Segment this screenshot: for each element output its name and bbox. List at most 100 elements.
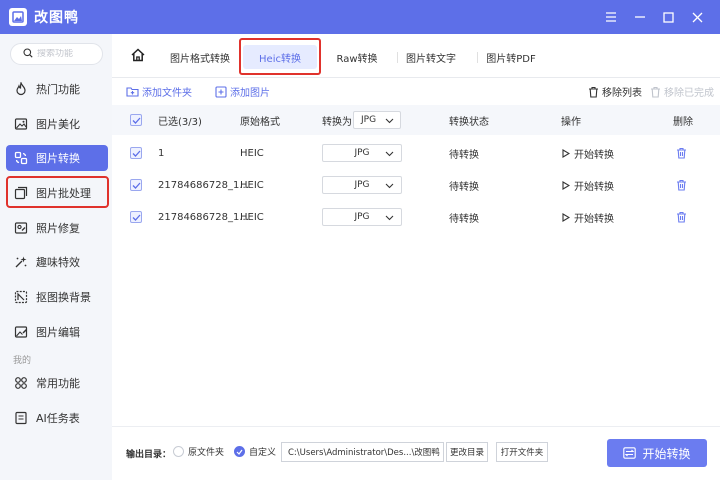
footer-bar: 输出目录： 原文件夹 自定义 C:\Users\Administrator\De… bbox=[112, 426, 720, 480]
tab-raw-convert[interactable]: Raw转换 bbox=[324, 45, 390, 69]
status-text: 待转换 bbox=[449, 149, 479, 161]
remove-done-button[interactable]: 移除已完成 bbox=[650, 84, 714, 99]
remove-list-button[interactable]: 移除列表 bbox=[588, 84, 642, 99]
file-name: 21784686728_1... bbox=[158, 211, 249, 223]
sidebar: 热门功能 图片美化 图片转换 图片批处理 照片修复 趣味特效 抠图换背景 图片编… bbox=[0, 34, 112, 480]
table-row: 21784686728_1... HEIC JPG 待转换 开始转换 bbox=[112, 201, 720, 233]
grid-icon bbox=[13, 375, 29, 391]
tab-format-convert[interactable]: 图片格式转换 bbox=[164, 45, 236, 69]
app-logo-icon bbox=[9, 8, 27, 26]
sidebar-item-repair[interactable]: 照片修复 bbox=[6, 215, 108, 241]
search-icon bbox=[23, 47, 33, 61]
column-header-original-format: 原始格式 bbox=[240, 116, 280, 128]
search-box[interactable] bbox=[10, 43, 103, 65]
image-plus-icon bbox=[215, 85, 227, 98]
chevron-down-icon bbox=[385, 213, 394, 225]
sidebar-item-edit[interactable]: 图片编辑 bbox=[6, 319, 108, 345]
file-format: HEIC bbox=[240, 179, 264, 191]
menu-icon[interactable] bbox=[596, 0, 625, 34]
close-icon[interactable] bbox=[683, 0, 712, 34]
target-format-select[interactable]: JPG bbox=[322, 137, 402, 169]
title-bar: 改图鸭 bbox=[0, 0, 720, 34]
row-checkbox[interactable] bbox=[130, 169, 142, 201]
column-header-delete: 删除 bbox=[673, 116, 693, 128]
tab-image-to-text[interactable]: 图片转文字 bbox=[398, 45, 464, 69]
sidebar-item-beautify[interactable]: 图片美化 bbox=[6, 111, 108, 137]
trash-icon bbox=[650, 86, 661, 98]
search-input[interactable] bbox=[37, 49, 95, 59]
file-format: HEIC bbox=[240, 211, 264, 223]
main-panel: 图片格式转换 Heic转换 Raw转换 图片转文字 图片转PDF 添加文件夹 添… bbox=[112, 34, 720, 480]
file-name: 1 bbox=[158, 147, 165, 159]
change-dir-button[interactable]: 更改目录 bbox=[446, 442, 488, 462]
status-text: 待转换 bbox=[449, 213, 479, 225]
row-checkbox[interactable] bbox=[130, 137, 142, 169]
convert-all-select[interactable]: JPG bbox=[353, 105, 401, 135]
sidebar-item-label: 抠图换背景 bbox=[36, 291, 91, 304]
open-folder-button[interactable]: 打开文件夹 bbox=[496, 442, 548, 462]
output-dir-label: 输出目录： bbox=[126, 450, 172, 460]
maximize-icon[interactable] bbox=[654, 0, 683, 34]
chevron-down-icon bbox=[385, 116, 394, 128]
start-convert-button[interactable]: 开始转换 bbox=[562, 201, 614, 233]
start-all-button[interactable]: 开始转换 bbox=[607, 439, 707, 467]
file-format: HEIC bbox=[240, 147, 264, 159]
add-image-button[interactable]: 添加图片 bbox=[215, 84, 270, 99]
table-row: 1 HEIC JPG 待转换 开始转换 bbox=[112, 137, 720, 169]
table-row: 21784686728_1... HEIC JPG 待转换 开始转换 bbox=[112, 169, 720, 201]
sidebar-item-label: 图片转换 bbox=[36, 152, 80, 165]
sidebar-item-label: 趣味特效 bbox=[36, 256, 80, 269]
convert-icon bbox=[13, 150, 29, 166]
play-icon bbox=[562, 212, 570, 222]
delete-row-icon[interactable] bbox=[676, 201, 687, 233]
radio-original-folder[interactable]: 原文件夹 bbox=[173, 445, 224, 458]
table-header: 已选(3/3) 原始格式 转换为 JPG 转换状态 操作 删除 bbox=[112, 105, 720, 135]
sidebar-item-cutout[interactable]: 抠图换背景 bbox=[6, 284, 108, 310]
sidebar-item-label: 图片编辑 bbox=[36, 326, 80, 339]
delete-row-icon[interactable] bbox=[676, 169, 687, 201]
cutout-icon bbox=[13, 289, 29, 305]
trash-icon bbox=[588, 86, 599, 98]
column-header-status: 转换状态 bbox=[449, 116, 489, 128]
task-icon bbox=[13, 410, 29, 426]
target-format-select[interactable]: JPG bbox=[322, 169, 402, 201]
start-convert-button[interactable]: 开始转换 bbox=[562, 169, 614, 201]
sidebar-item-ai-tasks[interactable]: AI任务表 bbox=[6, 405, 108, 431]
sidebar-item-hot[interactable]: 热门功能 bbox=[6, 76, 108, 102]
column-header-convert-to: 转换为 bbox=[322, 116, 352, 128]
convert-icon bbox=[623, 447, 637, 459]
sidebar-item-common[interactable]: 常用功能 bbox=[6, 370, 108, 396]
chevron-down-icon bbox=[385, 149, 394, 161]
tab-bar: 图片格式转换 Heic转换 Raw转换 图片转文字 图片转PDF bbox=[112, 34, 720, 78]
sidebar-item-label: 照片修复 bbox=[36, 222, 80, 235]
delete-row-icon[interactable] bbox=[676, 137, 687, 169]
output-path-field[interactable]: C:\Users\Administrator\Des...\改图鸭 bbox=[281, 442, 444, 462]
column-header-selected: 已选(3/3) bbox=[158, 116, 202, 128]
play-icon bbox=[562, 180, 570, 190]
status-text: 待转换 bbox=[449, 181, 479, 193]
row-checkbox[interactable] bbox=[130, 201, 142, 233]
sidebar-item-label: 常用功能 bbox=[36, 377, 80, 390]
flame-icon bbox=[13, 81, 29, 97]
repair-icon bbox=[13, 220, 29, 236]
target-format-select[interactable]: JPG bbox=[322, 201, 402, 233]
radio-custom-folder[interactable]: 自定义 bbox=[234, 445, 276, 458]
play-icon bbox=[562, 148, 570, 158]
tab-image-to-pdf[interactable]: 图片转PDF bbox=[478, 45, 544, 69]
sidebar-item-label: AI任务表 bbox=[36, 412, 80, 425]
add-folder-button[interactable]: 添加文件夹 bbox=[126, 84, 192, 99]
sidebar-item-effects[interactable]: 趣味特效 bbox=[6, 249, 108, 275]
sidebar-item-convert[interactable]: 图片转换 bbox=[6, 145, 108, 171]
edit-icon bbox=[13, 324, 29, 340]
file-name: 21784686728_1... bbox=[158, 179, 249, 191]
start-convert-button[interactable]: 开始转换 bbox=[562, 137, 614, 169]
app-title: 改图鸭 bbox=[34, 10, 79, 26]
sparkle-icon bbox=[13, 254, 29, 270]
select-all-checkbox[interactable] bbox=[130, 105, 142, 135]
minimize-icon[interactable] bbox=[625, 0, 654, 34]
sidebar-item-label: 热门功能 bbox=[36, 83, 80, 96]
chevron-down-icon bbox=[385, 181, 394, 193]
highlight-outline bbox=[6, 176, 109, 208]
home-icon[interactable] bbox=[130, 47, 146, 66]
folder-plus-icon bbox=[126, 86, 139, 97]
